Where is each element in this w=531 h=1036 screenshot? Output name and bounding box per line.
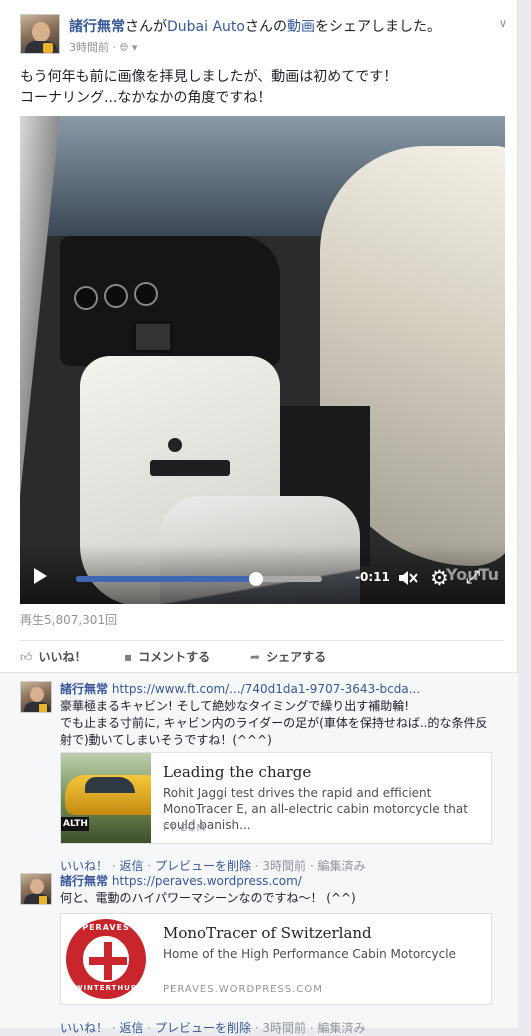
logo-shield — [81, 934, 131, 984]
gear-icon[interactable]: ⚙ — [430, 567, 449, 589]
video-progress-handle[interactable] — [248, 572, 263, 586]
logo-text-bottom: WINTERTHUR — [74, 984, 138, 992]
feed-post-card: 諸行無常さんがDubai Autoさんの動画をシェアしました。 3時間前 · 🌐… — [0, 0, 518, 1035]
post-message: もう何年も前に画像を拝見しましたが、動画は初めてです！ コーナリング...なかな… — [20, 67, 500, 109]
comments-section: 諸行無常 https://www.ft.com/.../740d1da1-970… — [0, 672, 518, 1035]
comment-meta: いいね！ · 返信 · プレビューを削除 · 3時間前 · 編集済み — [60, 859, 366, 873]
comment-text-line: でも止まる寸前に, キャビン内のライダーの足が(車体を保持せねば..的な条件反 — [60, 716, 488, 730]
logo-text-top: PERAVES — [82, 923, 130, 932]
video-gauge — [74, 286, 98, 310]
preview-description: Rohit Jaggi test drives the rapid and ef… — [163, 786, 468, 832]
video-screen — [133, 321, 173, 353]
video-player[interactable]: YouTu -0:11 ⚙ ⤢ — [20, 116, 505, 604]
video-controls: -0:11 ⚙ ⤢ — [20, 566, 505, 590]
link-preview-card[interactable]: ALTH Leading the charge Rohit Jaggi test… — [60, 752, 492, 844]
share-headline: 諸行無常さんがDubai Autoさんの動画をシェアしました。 — [69, 16, 441, 36]
comment-reply-link[interactable]: 返信 — [119, 859, 143, 873]
remove-preview-link[interactable]: プレビューを削除 — [155, 1021, 251, 1035]
author-name-link[interactable]: 諸行無常 — [69, 19, 125, 35]
preview-title: Leading the charge — [163, 763, 312, 781]
mute-icon[interactable] — [398, 569, 418, 587]
comment-body: 諸行無常 https://peraves.wordpress.com/ 何と、電… — [60, 873, 500, 907]
post-meta: 3時間前 · 🌐︎ ▾ — [69, 39, 137, 55]
logo-cross — [104, 942, 112, 980]
post-text-line: コーナリング...なかなかの角度ですね！ — [20, 90, 272, 106]
comment-like-link[interactable]: いいね！ — [60, 1021, 108, 1035]
avatar-badge — [39, 704, 47, 712]
preview-domain: PERAVES.WORDPRESS.COM — [163, 984, 323, 995]
commenter-avatar[interactable] — [20, 681, 52, 713]
preview-thumbnail: ALTH — [61, 753, 151, 843]
remove-preview-link[interactable]: プレビューを削除 — [155, 859, 251, 873]
chevron-down-icon[interactable]: ∨ — [496, 16, 510, 30]
avatar-badge — [43, 43, 53, 53]
share-label: シェアする — [266, 650, 327, 664]
avatar-face — [32, 22, 50, 42]
like-label: いいね！ — [38, 650, 87, 664]
video-gauge — [104, 284, 128, 308]
comment-first-line: 諸行無常 https://peraves.wordpress.com/ — [60, 873, 500, 890]
thumbs-up-icon: 👍︎ — [20, 650, 33, 664]
comment-icon: ▪ — [124, 650, 133, 664]
comment-like-link[interactable]: いいね！ — [60, 859, 108, 873]
preview-thumbnail: PERAVES WINTERTHUR — [61, 914, 151, 1004]
edited-label[interactable]: 編集済み — [318, 1021, 366, 1035]
meta-separator: · — [112, 41, 120, 54]
link-preview-card[interactable]: PERAVES WINTERTHUR MonoTracer of Switzer… — [60, 913, 492, 1005]
commenter-name-link[interactable]: 諸行無常 — [60, 682, 108, 696]
post-actions: 👍︎ いいね！ ▪ コメントする ➦ シェアする — [20, 646, 504, 666]
divider — [20, 640, 504, 641]
fullscreen-icon[interactable]: ⤢ — [466, 567, 480, 589]
play-icon[interactable] — [34, 568, 47, 584]
comment-url-link[interactable]: https://peraves.wordpress.com/ — [112, 874, 302, 888]
comment-text-line: 射で)動いてしまいそうですね！(^^^) — [60, 733, 272, 747]
share-icon: ➦ — [250, 650, 261, 664]
like-button[interactable]: 👍︎ いいね！ — [20, 648, 87, 665]
avatar-face — [30, 687, 44, 702]
comment-reply-link[interactable]: 返信 — [119, 1021, 143, 1035]
avatar-badge — [39, 896, 47, 904]
video-progress-fill — [76, 576, 256, 582]
car-canopy — [85, 777, 135, 793]
mute-icon-svg — [399, 571, 418, 585]
avatar-face — [30, 879, 44, 894]
post-header: 諸行無常さんがDubai Autoさんの動画をシェアしました。 3時間前 · 🌐… — [20, 14, 510, 56]
video-gauge — [134, 282, 158, 306]
preview-title: MonoTracer of Switzerland — [163, 924, 372, 942]
share-text-2: さんの — [244, 19, 287, 35]
privacy-dropdown-icon[interactable]: ▾ — [132, 41, 138, 54]
preview-description: Home of the High Performance Cabin Motor… — [163, 947, 456, 961]
comment-body: 諸行無常 https://www.ft.com/.../740d1da1-970… — [60, 681, 500, 749]
edited-label[interactable]: 編集済み — [318, 859, 366, 873]
video-time-remaining: -0:11 — [355, 570, 390, 584]
author-avatar[interactable] — [20, 14, 60, 54]
comment-timestamp[interactable]: 3時間前 — [262, 1021, 306, 1035]
thumbnail-caption: ALTH — [61, 817, 89, 831]
video-link[interactable]: 動画 — [287, 19, 315, 35]
comment-text-line: 何と、電動のハイパワーマシーンなのですね〜！ (^^) — [60, 891, 356, 905]
view-count: 再生5,807,301回 — [20, 613, 118, 627]
comment-button[interactable]: ▪ コメントする — [124, 648, 210, 665]
post-timestamp[interactable]: 3時間前 — [69, 41, 109, 54]
share-text-3: をシェアしました。 — [314, 19, 441, 35]
video-knob — [168, 438, 182, 452]
video-radio — [150, 460, 230, 476]
globe-icon[interactable]: 🌐︎ — [120, 41, 129, 54]
page-name-link[interactable]: Dubai Auto — [167, 19, 245, 35]
comment-timestamp[interactable]: 3時間前 — [262, 859, 306, 873]
comment-label: コメントする — [138, 650, 211, 664]
commenter-name-link[interactable]: 諸行無常 — [60, 874, 108, 888]
share-button[interactable]: ➦ シェアする — [250, 648, 326, 665]
commenter-avatar[interactable] — [20, 873, 52, 905]
comment-text-line: 豪華極まるキャビン! そして絶妙なタイミングで繰り出す補助輪! — [60, 699, 410, 713]
share-text-1: さんが — [125, 19, 167, 35]
preview-domain: FT.COM — [163, 823, 207, 834]
comment-first-line: 諸行無常 https://www.ft.com/.../740d1da1-970… — [60, 681, 500, 698]
comment-url-link[interactable]: https://www.ft.com/.../740d1da1-9707-364… — [112, 682, 420, 696]
video-progress-bar[interactable] — [76, 572, 322, 586]
post-text-line: もう何年も前に画像を拝見しましたが、動画は初めてです！ — [20, 69, 398, 85]
